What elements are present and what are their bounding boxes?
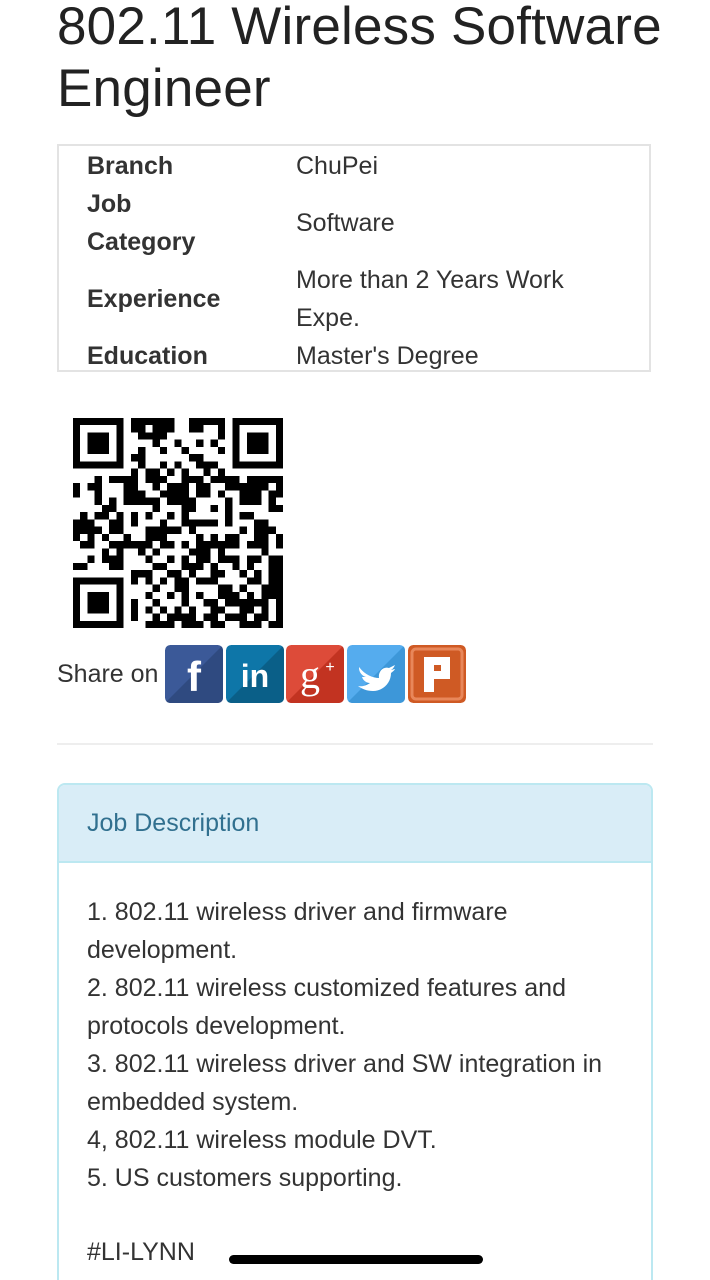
facebook-icon: f: [165, 645, 223, 703]
svg-text:+: +: [325, 659, 334, 676]
job-title: 802.11 Wireless Software Engineer: [57, 0, 662, 118]
education-label: Education: [87, 342, 208, 370]
job-category-label: Job Category: [87, 190, 196, 256]
qr-code: [73, 418, 283, 628]
job-tag: #LI-LYNN: [87, 1238, 195, 1266]
branch-label: Branch: [87, 152, 174, 180]
plurk-icon: [408, 645, 466, 703]
description-line: 4, 802.11 wireless module DVT.: [87, 1126, 437, 1154]
svg-text:in: in: [241, 658, 269, 694]
facebook-share-button[interactable]: f: [165, 645, 223, 703]
experience-label: Experience: [87, 285, 221, 313]
svg-text:g: g: [300, 652, 320, 697]
linkedin-share-button[interactable]: in: [226, 645, 284, 703]
job-description-heading: Job Description: [87, 809, 260, 837]
twitter-icon: [347, 645, 405, 703]
description-line: 3. 802.11 wireless driver and SW integra…: [87, 1050, 603, 1116]
job-info-table: Branch ChuPei Job Category Software Expe…: [57, 144, 651, 372]
description-line: 2. 802.11 wireless customized features a…: [87, 974, 566, 1040]
plurk-share-button[interactable]: [408, 645, 466, 703]
twitter-share-button[interactable]: [347, 645, 405, 703]
home-indicator[interactable]: [229, 1255, 483, 1264]
share-on-label: Share on: [57, 660, 159, 688]
google-plus-share-button[interactable]: g +: [286, 645, 344, 703]
linkedin-icon: in: [226, 645, 284, 703]
description-line: 1. 802.11 wireless driver and firmware d…: [87, 898, 508, 964]
education-value: Master's Degree: [296, 342, 479, 370]
experience-value: More than 2 Years Work Expe.: [296, 266, 564, 332]
google-plus-icon: g +: [286, 645, 344, 703]
divider: [57, 743, 653, 745]
panel-heading: Job Description: [59, 785, 651, 863]
job-detail-page: 802.11 Wireless Software Engineer Branch…: [0, 0, 710, 1280]
svg-text:f: f: [187, 653, 202, 700]
job-description-body: 1. 802.11 wireless driver and firmware d…: [87, 893, 627, 1197]
description-line: 5. US customers supporting.: [87, 1164, 403, 1192]
job-description-panel: Job Description 1. 802.11 wireless drive…: [57, 783, 653, 1280]
branch-value: ChuPei: [296, 152, 378, 180]
job-category-value: Software: [296, 209, 395, 237]
